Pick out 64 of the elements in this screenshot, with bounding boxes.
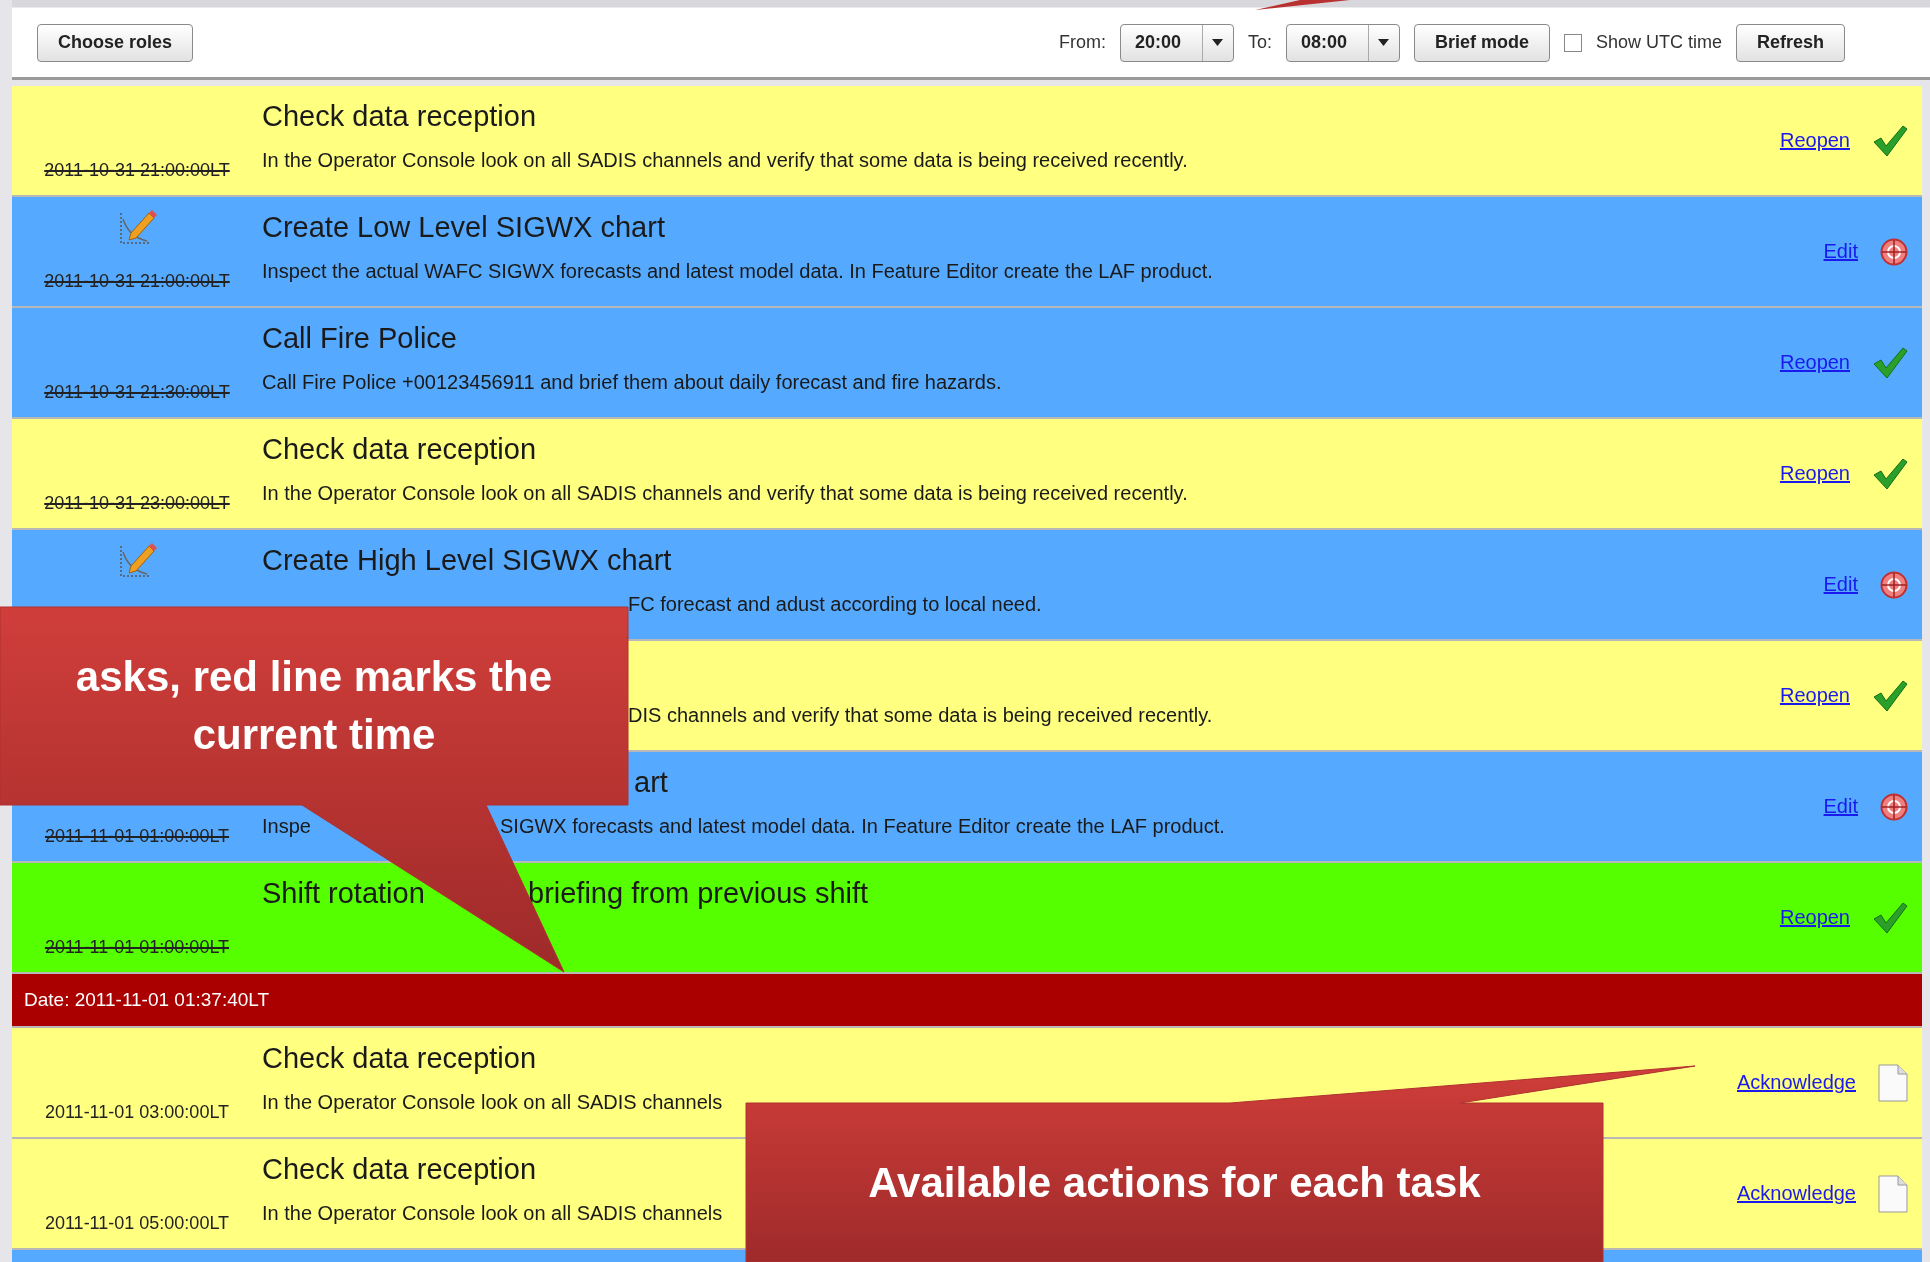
to-label: To:: [1247, 32, 1272, 53]
task-description: Inspect the actual WAFC SIGWX forecasts and latest model data. In Feature Editor create the LAF product.: [262, 259, 1213, 283]
task-description: Call Fire Police +00123456911 and brief them about daily forecast and fire hazards.: [262, 370, 1002, 394]
utc-label: Show UTC time: [1595, 32, 1722, 53]
checkmark-icon: [1872, 456, 1908, 491]
refresh-button[interactable]: Refresh: [1735, 23, 1845, 62]
callout-text: Available actions for each task: [868, 1157, 1481, 1208]
task-title: Call Fire Police: [262, 321, 457, 355]
action-link[interactable]: Acknowledge: [1737, 1182, 1856, 1205]
task-date: 2011-11-01 03:00:00LT: [44, 1102, 230, 1123]
task-date: 2011-10-31 21:00:00LT: [44, 160, 230, 181]
task-title: Check data reception: [262, 1152, 537, 1186]
task-title: art: [634, 765, 668, 799]
action-link[interactable]: Reopen: [1779, 462, 1850, 485]
action-link[interactable]: Reopen: [1779, 684, 1850, 707]
action-link[interactable]: Reopen: [1779, 351, 1850, 374]
task-title: Check data reception: [262, 432, 537, 466]
checkmark-icon: [1872, 123, 1908, 158]
current-time-text: Date: 2011-11-01 01:37:40LT: [24, 989, 270, 1011]
action-link[interactable]: Edit: [1823, 240, 1858, 263]
task-date: 2011-10-31 21:00:00LT: [44, 271, 230, 292]
choose-roles-button[interactable]: Choose roles: [37, 23, 194, 62]
task-title: Check data reception: [262, 99, 537, 133]
task-description: SIGWX forecasts and latest model data. In Feature Editor create the LAF product.: [500, 814, 1225, 838]
brief-mode-button[interactable]: Brief mode: [1413, 23, 1550, 62]
checkmark-icon: [1872, 900, 1908, 935]
target-icon: [1880, 237, 1908, 266]
from-label: From:: [1058, 32, 1106, 53]
task-description: In the Operator Console look on all SADIS channels and verify that some data is being received recently.: [262, 148, 1188, 172]
checkmark-icon: [1872, 345, 1908, 380]
to-select[interactable]: 08:00: [1285, 23, 1400, 62]
callout-text: asks, red line marks the current time: [75, 652, 553, 760]
task-description: Inspe: [262, 814, 311, 838]
task-date: 2011-11-01 05:00:00LT: [44, 1213, 230, 1234]
action-link[interactable]: Edit: [1823, 573, 1858, 596]
task-title: Check data reception: [262, 1041, 537, 1075]
task-description: In the Operator Console look on all SADIS channels: [262, 1201, 723, 1225]
caret-icon: [1378, 39, 1390, 46]
from-select[interactable]: 20:00: [1119, 23, 1234, 62]
chart-pencil-icon: [117, 207, 157, 247]
task-title: Shift rotation: [262, 876, 425, 910]
task-description: DIS channels and verify that some data is being received recently.: [628, 703, 1213, 727]
task-description: In the Operator Console look on all SADIS channels: [262, 1090, 723, 1114]
action-link[interactable]: Acknowledge: [1737, 1071, 1856, 1094]
document-icon: [1878, 1174, 1908, 1213]
caret-icon: [1212, 39, 1224, 46]
checkmark-icon: [1872, 678, 1908, 713]
target-icon: [1880, 570, 1908, 599]
task-description: FC forecast and adust according to local need.: [628, 592, 1042, 616]
task-date: 2011-11-01 01:00:00LT: [44, 826, 230, 847]
action-link[interactable]: Reopen: [1779, 129, 1850, 152]
chart-pencil-icon: [117, 540, 157, 580]
task-description: In the Operator Console look on all SADIS channels and verify that some data is being received recently.: [262, 481, 1188, 505]
task-title: Create Low Level SIGWX chart: [262, 210, 665, 244]
task-date: 2011-10-31 21:30:00LT: [44, 382, 230, 403]
task-date: 2011-11-01 01:00:00LT: [44, 937, 230, 958]
task-date: 2011-10-31 23:00:00LT: [44, 493, 230, 514]
target-icon: [1880, 792, 1908, 821]
utc-checkbox[interactable]: [1563, 33, 1582, 52]
document-icon: [1878, 1063, 1908, 1102]
task-title: Create High Level SIGWX chart: [262, 543, 672, 577]
action-link[interactable]: Reopen: [1779, 906, 1850, 929]
task-title: briefing from previous shift: [528, 876, 869, 910]
action-link[interactable]: Edit: [1823, 795, 1858, 818]
